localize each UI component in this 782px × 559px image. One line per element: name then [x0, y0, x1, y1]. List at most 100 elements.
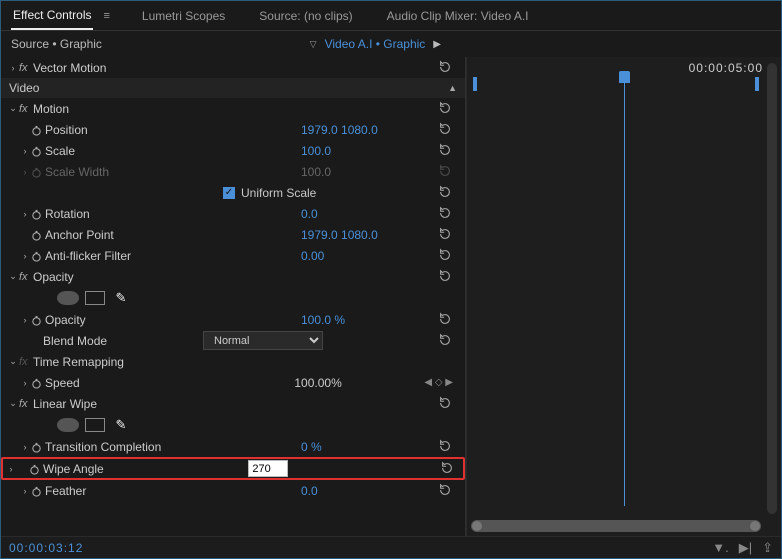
param-transition-completion: › Transition Completion 0 % — [1, 436, 465, 457]
chevron-right-icon[interactable]: › — [19, 251, 31, 261]
wipe-mask-tools: ✎ — [1, 414, 465, 436]
uniform-scale-checkbox[interactable]: ✓ — [223, 187, 235, 199]
param-anchor-point: Anchor Point 1979.0 1080.0 — [1, 224, 465, 245]
reset-button[interactable] — [431, 227, 459, 242]
effect-vector-motion[interactable]: › fx Vector Motion — [1, 57, 465, 78]
stopwatch-icon[interactable] — [31, 228, 45, 242]
stopwatch-icon[interactable] — [31, 313, 45, 327]
scale-width-label: Scale Width — [45, 165, 301, 179]
reset-button[interactable] — [431, 312, 459, 327]
stopwatch-icon[interactable] — [31, 376, 45, 390]
param-speed: › Speed 100.00% ◀ ◇ ▶ — [1, 372, 465, 393]
chevron-right-icon[interactable]: › — [19, 378, 31, 388]
tab-audio-mixer[interactable]: Audio Clip Mixer: Video A.I — [385, 3, 531, 29]
reset-button[interactable] — [431, 206, 459, 221]
param-blend-mode: Blend Mode Normal — [1, 330, 465, 351]
chevron-down-icon[interactable]: ⌄ — [7, 356, 19, 367]
reset-button[interactable] — [431, 60, 459, 75]
pen-mask-icon[interactable]: ✎ — [111, 418, 131, 432]
video-section-header[interactable]: Video ▲ — [1, 78, 465, 98]
effect-motion[interactable]: ⌄ fx Motion — [1, 98, 465, 119]
chevron-down-icon[interactable]: ⌄ — [7, 271, 19, 282]
in-point-marker[interactable] — [473, 77, 477, 91]
speed-value[interactable]: 100.00% — [294, 376, 424, 390]
stopwatch-icon[interactable] — [31, 144, 45, 158]
opacity-title-label: Opacity — [33, 270, 431, 284]
source-label: Source • Graphic — [11, 37, 302, 51]
reset-button[interactable] — [431, 143, 459, 158]
effect-linear-wipe[interactable]: ⌄ fx Linear Wipe — [1, 393, 465, 414]
scale-value[interactable]: 100.0 — [301, 144, 431, 158]
wipe-angle-input[interactable] — [248, 460, 288, 477]
effect-time-remapping[interactable]: ⌄ fx Time Remapping — [1, 351, 465, 372]
reset-button[interactable] — [431, 333, 459, 348]
opacity-value[interactable]: 100.0 % — [301, 313, 431, 327]
rotation-label: Rotation — [45, 207, 301, 221]
stopwatch-icon[interactable] — [31, 123, 45, 137]
chevron-right-icon[interactable]: › — [19, 209, 31, 219]
param-anti-flicker: › Anti-flicker Filter 0.00 — [1, 245, 465, 266]
param-rotation: › Rotation 0.0 — [1, 203, 465, 224]
chevron-right-icon[interactable]: › — [7, 63, 19, 73]
blend-mode-select[interactable]: Normal — [203, 331, 323, 350]
collapse-up-icon[interactable]: ▲ — [448, 83, 457, 93]
chevron-right-icon: › — [19, 167, 31, 177]
stopwatch-icon[interactable] — [31, 484, 45, 498]
reset-button[interactable] — [431, 122, 459, 137]
stopwatch-icon[interactable] — [31, 249, 45, 263]
vector-motion-label: Vector Motion — [33, 61, 431, 75]
effect-opacity[interactable]: ⌄ fx Opacity — [1, 266, 465, 287]
reset-button[interactable] — [431, 185, 459, 200]
tab-lumetri-scopes[interactable]: Lumetri Scopes — [140, 3, 227, 29]
chevron-right-icon[interactable]: › — [19, 315, 31, 325]
reset-button[interactable] — [431, 439, 459, 454]
rectangle-mask-icon[interactable] — [85, 291, 105, 305]
tab-effect-controls[interactable]: Effect Controls — [11, 2, 93, 30]
play-icon[interactable]: ▶ — [433, 39, 441, 50]
stopwatch-icon[interactable] — [31, 440, 45, 454]
anti-flicker-value[interactable]: 0.00 — [301, 249, 431, 263]
position-value[interactable]: 1979.0 1080.0 — [301, 123, 431, 137]
toggle-icon[interactable]: ▶| — [739, 540, 752, 556]
param-scale: › Scale 100.0 — [1, 140, 465, 161]
uniform-scale-label: Uniform Scale — [241, 186, 316, 200]
reset-button[interactable] — [431, 483, 459, 498]
source-clip-link[interactable]: Video A.I • Graphic — [325, 37, 426, 51]
playhead[interactable] — [624, 79, 625, 506]
reset-button[interactable] — [431, 396, 459, 411]
panel-menu-icon[interactable]: ≡ — [103, 10, 109, 22]
stopwatch-icon[interactable] — [31, 207, 45, 221]
effect-controls-panel: › fx Vector Motion Video ▲ ⌄ fx Motion P… — [1, 57, 466, 536]
chevron-down-icon[interactable]: ⌄ — [7, 103, 19, 114]
export-icon[interactable]: ⇪ — [762, 540, 773, 556]
scale-width-value: 100.0 — [301, 165, 431, 179]
stopwatch-icon[interactable] — [29, 462, 43, 476]
chevron-right-icon[interactable]: › — [19, 146, 31, 156]
anchor-point-value[interactable]: 1979.0 1080.0 — [301, 228, 431, 242]
reset-button[interactable] — [431, 248, 459, 263]
reset-button[interactable] — [431, 101, 459, 116]
timeline-area[interactable]: 00:00:05:00 — [466, 57, 781, 536]
chevron-right-icon[interactable]: › — [19, 486, 31, 496]
ellipse-mask-icon[interactable] — [57, 291, 79, 305]
transition-completion-value[interactable]: 0 % — [301, 440, 431, 454]
feather-value[interactable]: 0.0 — [301, 484, 431, 498]
ellipse-mask-icon[interactable] — [57, 418, 79, 432]
reset-button[interactable] — [433, 461, 461, 476]
vertical-scrollbar[interactable] — [767, 63, 777, 514]
out-point-marker[interactable] — [755, 77, 759, 91]
rectangle-mask-icon[interactable] — [85, 418, 105, 432]
rotation-value[interactable]: 0.0 — [301, 207, 431, 221]
reset-button[interactable] — [431, 269, 459, 284]
param-opacity: › Opacity 100.0 % — [1, 309, 465, 330]
chevron-right-icon[interactable]: › — [19, 442, 31, 452]
horizontal-scrollbar[interactable] — [471, 520, 761, 532]
keyframe-nav[interactable]: ◀ ◇ ▶ — [424, 377, 453, 388]
chevron-down-icon[interactable]: ⌄ — [7, 398, 19, 409]
chevron-right-icon[interactable]: › — [5, 464, 17, 474]
source-dropdown-icon[interactable]: ▽ — [310, 39, 317, 50]
pen-mask-icon[interactable]: ✎ — [111, 291, 131, 305]
current-timecode[interactable]: 00:00:03:12 — [9, 541, 83, 555]
tab-source[interactable]: Source: (no clips) — [257, 3, 354, 29]
filter-icon[interactable]: ▼. — [712, 540, 728, 555]
